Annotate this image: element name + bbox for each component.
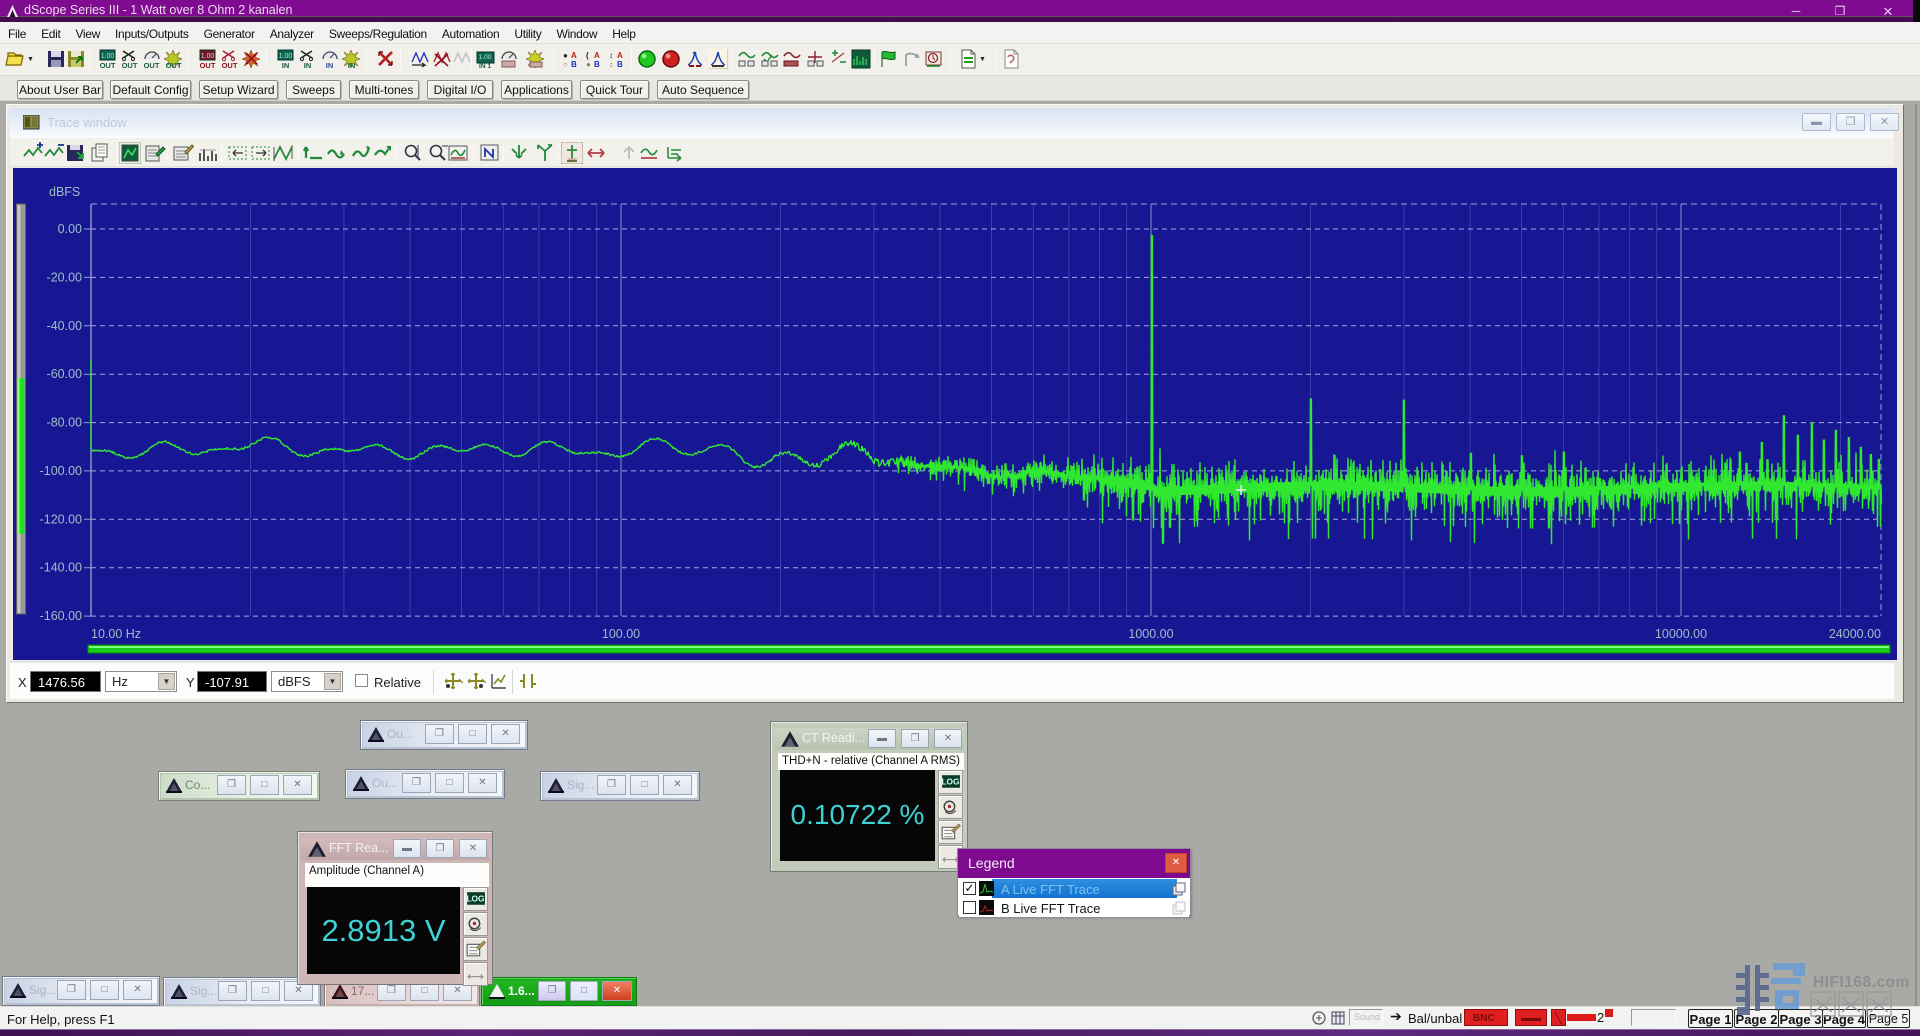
- svg-text:B: B: [617, 60, 623, 69]
- svg-text:1.00: 1.00: [479, 54, 492, 61]
- svg-text:LOG: LOG: [941, 777, 959, 787]
- svg-text:A: A: [571, 51, 577, 60]
- svg-text:○: ○: [563, 60, 568, 69]
- svg-text:-40.00: -40.00: [47, 319, 82, 333]
- svg-text:10.00 Hz: 10.00 Hz: [91, 627, 141, 641]
- svg-text:LOG: LOG: [466, 894, 484, 904]
- svg-text:IN 1: IN 1: [479, 63, 491, 69]
- svg-text:↕: ↕: [609, 51, 613, 60]
- svg-text:↕: ↕: [609, 60, 613, 69]
- svg-text:-80.00: -80.00: [47, 416, 82, 430]
- svg-text:B: B: [594, 60, 600, 69]
- svg-text:IN: IN: [304, 61, 312, 69]
- svg-text:IN: IN: [348, 61, 356, 69]
- svg-text:-160.00: -160.00: [40, 609, 82, 623]
- svg-text:IN: IN: [326, 61, 334, 69]
- svg-text:OUT: OUT: [122, 61, 138, 69]
- svg-text:-60.00: -60.00: [47, 367, 82, 381]
- svg-text:B: B: [571, 60, 577, 69]
- svg-text:100.00: 100.00: [602, 627, 640, 641]
- svg-text:OUT: OUT: [222, 61, 238, 69]
- svg-text:dBFS: dBFS: [49, 185, 80, 199]
- svg-text:●: ●: [586, 60, 591, 69]
- svg-text:abc: abc: [567, 158, 577, 164]
- svg-text:OUT: OUT: [144, 61, 160, 69]
- svg-text:-20.00: -20.00: [47, 270, 82, 284]
- svg-text:1000.00: 1000.00: [1128, 627, 1173, 641]
- svg-text:●: ●: [563, 51, 568, 60]
- svg-text:A: A: [617, 51, 623, 60]
- svg-text:OUT: OUT: [166, 61, 182, 69]
- svg-text:24000.00: 24000.00: [1829, 627, 1881, 641]
- svg-text:-140.00: -140.00: [40, 561, 82, 575]
- svg-text:IN: IN: [282, 61, 290, 69]
- svg-text:OUT: OUT: [200, 61, 216, 69]
- svg-text:-120.00: -120.00: [40, 512, 82, 526]
- svg-text:1.00: 1.00: [101, 53, 115, 60]
- svg-text:A: A: [594, 51, 600, 60]
- svg-text:10000.00: 10000.00: [1655, 627, 1707, 641]
- svg-text:0.00: 0.00: [58, 222, 82, 236]
- svg-text:1.00: 1.00: [201, 53, 215, 60]
- svg-text:OUT: OUT: [100, 61, 116, 69]
- svg-text:1.00: 1.00: [279, 53, 293, 60]
- svg-text:(: (: [586, 51, 589, 60]
- svg-text:-100.00: -100.00: [40, 464, 82, 478]
